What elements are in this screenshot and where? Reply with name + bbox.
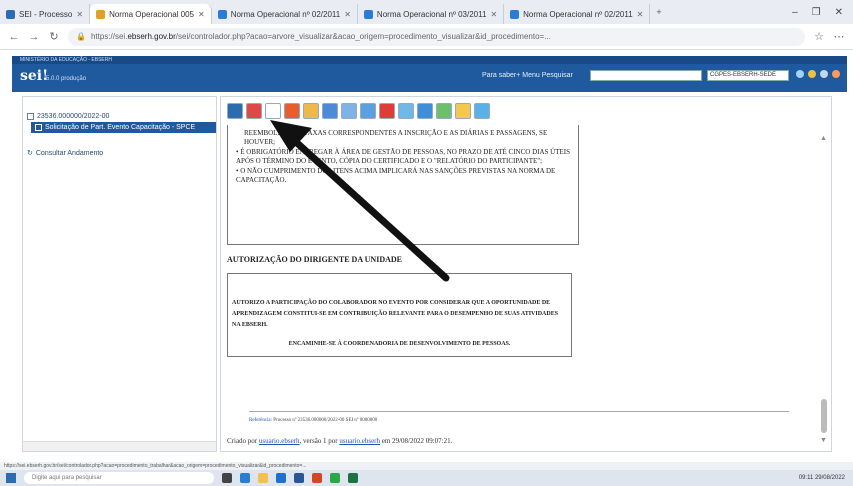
section-title: AUTORIZAÇÃO DO DIRIGENTE DA UNIDADE	[227, 255, 402, 264]
authorization-box: AUTORIZO A PARTICIPAÇÃO DO COLABORADOR N…	[227, 273, 572, 357]
folder-icon[interactable]	[258, 473, 268, 483]
sei-logo[interactable]: sei!	[20, 68, 48, 84]
attach-icon[interactable]	[341, 103, 357, 119]
authorization-text: AUTORIZO A PARTICIPAÇÃO DO COLABORADOR N…	[232, 300, 559, 328]
send-icon[interactable]	[322, 103, 338, 119]
tree-item-process[interactable]: 23536.000000/2022-00	[23, 111, 216, 122]
document-scrollbar[interactable]: ▲ ▼	[819, 99, 829, 449]
sei-header-links[interactable]: Para saber+ Menu Pesquisar	[482, 72, 573, 79]
window-controls: – ❐ ✕	[792, 7, 853, 18]
search-input[interactable]	[590, 70, 702, 81]
browser-tab[interactable]: Norma Operacional nº 02/2011 ✕	[504, 4, 651, 24]
history-icon: ↻	[27, 150, 33, 157]
outlook-icon[interactable]	[276, 473, 286, 483]
condition-item: • É OBRIGATÓRIO ENTREGAR À ÁREA DE GESTÃ…	[236, 148, 570, 165]
close-tab-icon[interactable]: ✕	[344, 10, 351, 19]
close-window-icon[interactable]: ✕	[835, 7, 843, 18]
authorization-forward: ENCAMINHE-SE À COORDENADORIA DE DESENVOL…	[288, 341, 511, 347]
browser-tab[interactable]: Norma Operacional nº 03/2011 ✕	[358, 4, 505, 24]
conditions-box: REEMBOLSO DAS TAXAS CORRESPONDENTES A IN…	[227, 125, 579, 245]
powerpoint-icon[interactable]	[312, 473, 322, 483]
document-content: REEMBOLSO DAS TAXAS CORRESPONDENTES A IN…	[227, 125, 807, 445]
condition-item: REEMBOLSO DAS TAXAS CORRESPONDENTES A IN…	[244, 129, 548, 146]
edge-icon[interactable]	[240, 473, 250, 483]
doc-favicon-icon	[363, 9, 373, 19]
delete-icon[interactable]	[379, 103, 395, 119]
url-field[interactable]: 🔒 https://sei. ebserh.gov.br/sei/controla…	[68, 27, 805, 46]
pdf-icon[interactable]	[284, 103, 300, 119]
copy-icon[interactable]	[360, 103, 376, 119]
tree-scrollbar[interactable]	[23, 441, 216, 451]
settings-icon[interactable]: ⋯	[833, 30, 845, 43]
close-tab-icon[interactable]: ✕	[76, 10, 83, 19]
browser-tab-active[interactable]: Norma Operacional 005 ✕	[90, 4, 212, 24]
sign-icon[interactable]	[303, 103, 319, 119]
document-toolbar	[227, 103, 490, 119]
doc-favicon-icon	[96, 9, 106, 19]
folder-icon	[27, 113, 34, 120]
user-link[interactable]: usuario.ebserh	[339, 437, 380, 445]
sei-favicon-icon	[6, 9, 15, 19]
exit-icon[interactable]	[832, 70, 840, 78]
process-tree: 23536.000000/2022-00 Solicitação de Part…	[22, 96, 217, 452]
address-bar: ← → ↻ 🔒 https://sei. ebserh.gov.br/sei/co…	[0, 24, 853, 50]
tree-view-icon[interactable]	[227, 103, 243, 119]
block-icon[interactable]	[436, 103, 452, 119]
document-viewer: REEMBOLSO DAS TAXAS CORRESPONDENTES A IN…	[220, 96, 832, 452]
windows-start-icon[interactable]	[6, 473, 16, 483]
browser-tab[interactable]: SEI - Processo ✕	[0, 4, 91, 24]
sei-header: MINISTÉRIO DA EDUCAÇÃO - EBSERH sei! 5.0…	[12, 56, 847, 92]
edit-icon[interactable]	[246, 103, 262, 119]
maximize-icon[interactable]: ❐	[812, 7, 821, 18]
clone-icon[interactable]	[417, 103, 433, 119]
forward-icon[interactable]: →	[28, 31, 40, 43]
document-icon	[35, 124, 42, 131]
close-tab-icon[interactable]: ✕	[198, 10, 205, 19]
lock-icon: 🔒	[76, 32, 86, 41]
new-tab-icon[interactable]: +	[650, 7, 661, 17]
user-icon[interactable]	[796, 70, 804, 78]
condition-item: • O NÃO CUMPRIMENTO DOS ITENS ACIMA IMPL…	[236, 167, 556, 184]
status-url: https://sei.ebserh.gov.br/sei/controlado…	[0, 462, 853, 470]
scroll-down-icon[interactable]: ▼	[820, 437, 827, 444]
sei-version: 5.0.0 produção	[46, 76, 87, 82]
back-icon[interactable]: ←	[8, 31, 20, 43]
document-signature: Criado por usuario.ebserh, versão 1 por …	[227, 437, 453, 445]
sei-header-icons	[796, 70, 840, 78]
excel-icon[interactable]	[348, 473, 358, 483]
note-icon[interactable]	[455, 103, 471, 119]
tree-item-document[interactable]: Solicitação de Part. Evento Capacitação …	[31, 122, 216, 133]
taskbar-search[interactable]: Digite aqui para pesquisar	[24, 472, 214, 484]
user-link[interactable]: usuario.ebserh	[259, 437, 300, 445]
close-tab-icon[interactable]: ✕	[490, 10, 497, 19]
browser-tab-bar: SEI - Processo ✕ Norma Operacional 005 ✕ N…	[0, 0, 853, 24]
unit-select[interactable]: CGPES-EBSERH-SEDE	[707, 70, 789, 81]
print-icon[interactable]	[265, 103, 281, 119]
scroll-up-icon[interactable]: ▲	[820, 135, 827, 142]
word-icon[interactable]	[294, 473, 304, 483]
sei-top-strip: MINISTÉRIO DA EDUCAÇÃO - EBSERH	[12, 56, 847, 64]
chrome-icon[interactable]	[330, 473, 340, 483]
taskbar: Digite aqui para pesquisar 09:11 29/08/2…	[0, 470, 853, 486]
doc-favicon-icon	[217, 9, 227, 19]
scroll-thumb[interactable]	[821, 399, 827, 433]
doc-favicon-icon	[510, 9, 520, 19]
document-footer: Referência: Processo nº 23536.000000/202…	[249, 411, 789, 423]
tree-item-consult[interactable]: ↻ Consultar Andamento	[23, 147, 216, 159]
minimize-icon[interactable]: –	[792, 7, 798, 18]
favorites-icon[interactable]: ☆	[813, 30, 825, 43]
browser-tab[interactable]: Norma Operacional nº 02/2011 ✕	[212, 4, 358, 24]
task-view-icon[interactable]	[222, 473, 232, 483]
clock[interactable]: 09:11 29/08/2022	[799, 475, 853, 481]
download-icon[interactable]	[474, 103, 490, 119]
gear-icon[interactable]	[820, 70, 828, 78]
email-icon[interactable]	[398, 103, 414, 119]
star-icon[interactable]	[808, 70, 816, 78]
close-tab-icon[interactable]: ✕	[637, 10, 644, 19]
reload-icon[interactable]: ↻	[48, 30, 60, 43]
